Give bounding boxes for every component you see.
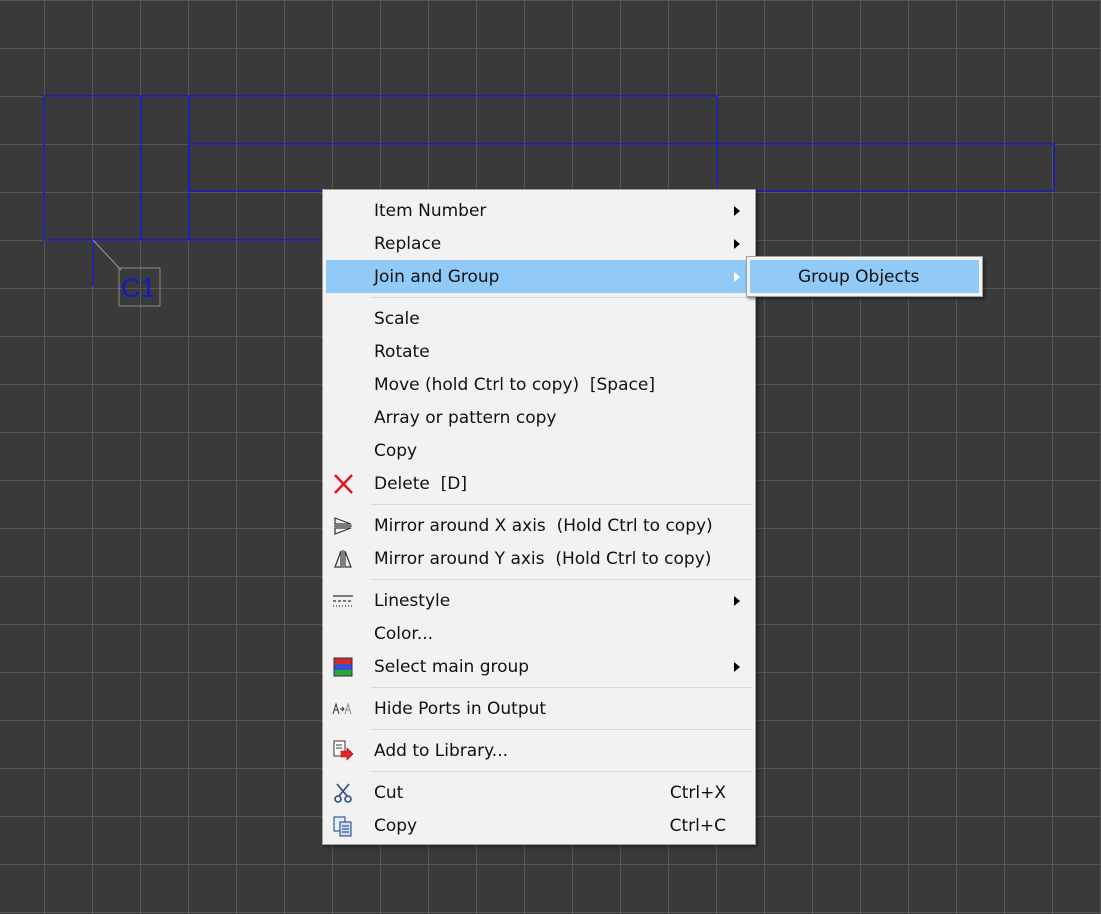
submenu-arrow-icon <box>734 272 740 282</box>
menu-item-copy-clipboard[interactable]: Copy Ctrl+C <box>326 809 752 842</box>
color-group-icon <box>332 656 354 678</box>
linestyle-icon <box>332 590 354 612</box>
submenu-arrow-icon <box>734 596 740 606</box>
menu-separator <box>371 504 752 505</box>
hide-ports-icon <box>332 698 354 720</box>
mirror-y-icon <box>332 548 354 570</box>
join-and-group-submenu: Group Objects <box>746 256 983 297</box>
menu-item-scale[interactable]: Scale <box>326 302 752 335</box>
label-leader-line <box>92 239 122 271</box>
shortcut-label: Ctrl+X <box>669 782 726 803</box>
menu-item-label: Copy <box>374 440 418 461</box>
menu-item-move[interactable]: Move (hold Ctrl to copy) [Space] <box>326 368 752 401</box>
context-menu: Item Number Replace Join and Group Scale… <box>322 189 756 845</box>
menu-item-label: Group Objects <box>798 266 920 287</box>
component-rod[interactable] <box>188 143 1055 192</box>
menu-item-label: Item Number <box>374 200 487 221</box>
menu-separator <box>371 297 752 298</box>
menu-item-label: Hide Ports in Output <box>374 698 547 719</box>
menu-item-copy[interactable]: Copy <box>326 434 752 467</box>
submenu-arrow-icon <box>734 239 740 249</box>
menu-item-cut[interactable]: Cut Ctrl+X <box>326 776 752 809</box>
menu-item-replace[interactable]: Replace <box>326 227 752 260</box>
menu-item-select-main-group[interactable]: Select main group <box>326 650 752 683</box>
menu-item-label: Scale <box>374 308 420 329</box>
menu-item-hide-ports[interactable]: Hide Ports in Output <box>326 692 752 725</box>
add-library-icon <box>332 740 354 762</box>
menu-item-label: Mirror around X axis (Hold Ctrl to copy) <box>374 515 713 536</box>
scissors-icon <box>332 782 354 804</box>
menu-item-rotate[interactable]: Rotate <box>326 335 752 368</box>
delete-x-icon <box>332 473 354 495</box>
submenu-arrow-icon <box>734 206 740 216</box>
menu-item-label: Mirror around Y axis (Hold Ctrl to copy) <box>374 548 712 569</box>
menu-separator <box>371 579 752 580</box>
menu-item-item-number[interactable]: Item Number <box>326 194 752 227</box>
shortcut-label: Ctrl+C <box>669 815 726 836</box>
component-body-left[interactable] <box>43 95 142 241</box>
component-body-middle[interactable] <box>140 95 190 241</box>
menu-item-group-objects[interactable]: Group Objects <box>750 260 979 293</box>
menu-separator <box>371 687 752 688</box>
menu-item-label: Select main group <box>374 656 530 677</box>
menu-item-mirror-x[interactable]: Mirror around X axis (Hold Ctrl to copy) <box>326 509 752 542</box>
copy-pages-icon <box>332 815 354 837</box>
mirror-x-icon <box>332 515 354 537</box>
menu-item-join-and-group[interactable]: Join and Group <box>326 260 752 293</box>
submenu-arrow-icon <box>734 662 740 672</box>
menu-item-label: Join and Group <box>374 266 500 287</box>
menu-item-label: Linestyle <box>374 590 451 611</box>
menu-item-mirror-y[interactable]: Mirror around Y axis (Hold Ctrl to copy) <box>326 542 752 575</box>
menu-item-label: Color... <box>374 623 434 644</box>
menu-item-label: Move (hold Ctrl to copy) [Space] <box>374 374 655 395</box>
menu-separator <box>371 729 752 730</box>
menu-item-array-copy[interactable]: Array or pattern copy <box>326 401 752 434</box>
menu-item-delete[interactable]: Delete [D] <box>326 467 752 500</box>
menu-item-add-to-library[interactable]: Add to Library... <box>326 734 752 767</box>
menu-item-label: Rotate <box>374 341 430 362</box>
menu-item-label: Copy <box>374 815 418 836</box>
component-label[interactable]: C1 <box>121 273 156 303</box>
menu-item-label: Array or pattern copy <box>374 407 557 428</box>
menu-separator <box>371 771 752 772</box>
menu-item-label: Delete [D] <box>374 473 468 494</box>
menu-item-linestyle[interactable]: Linestyle <box>326 584 752 617</box>
menu-item-color[interactable]: Color... <box>326 617 752 650</box>
menu-item-label: Cut <box>374 782 404 803</box>
menu-item-label: Add to Library... <box>374 740 509 761</box>
menu-item-label: Replace <box>374 233 442 254</box>
